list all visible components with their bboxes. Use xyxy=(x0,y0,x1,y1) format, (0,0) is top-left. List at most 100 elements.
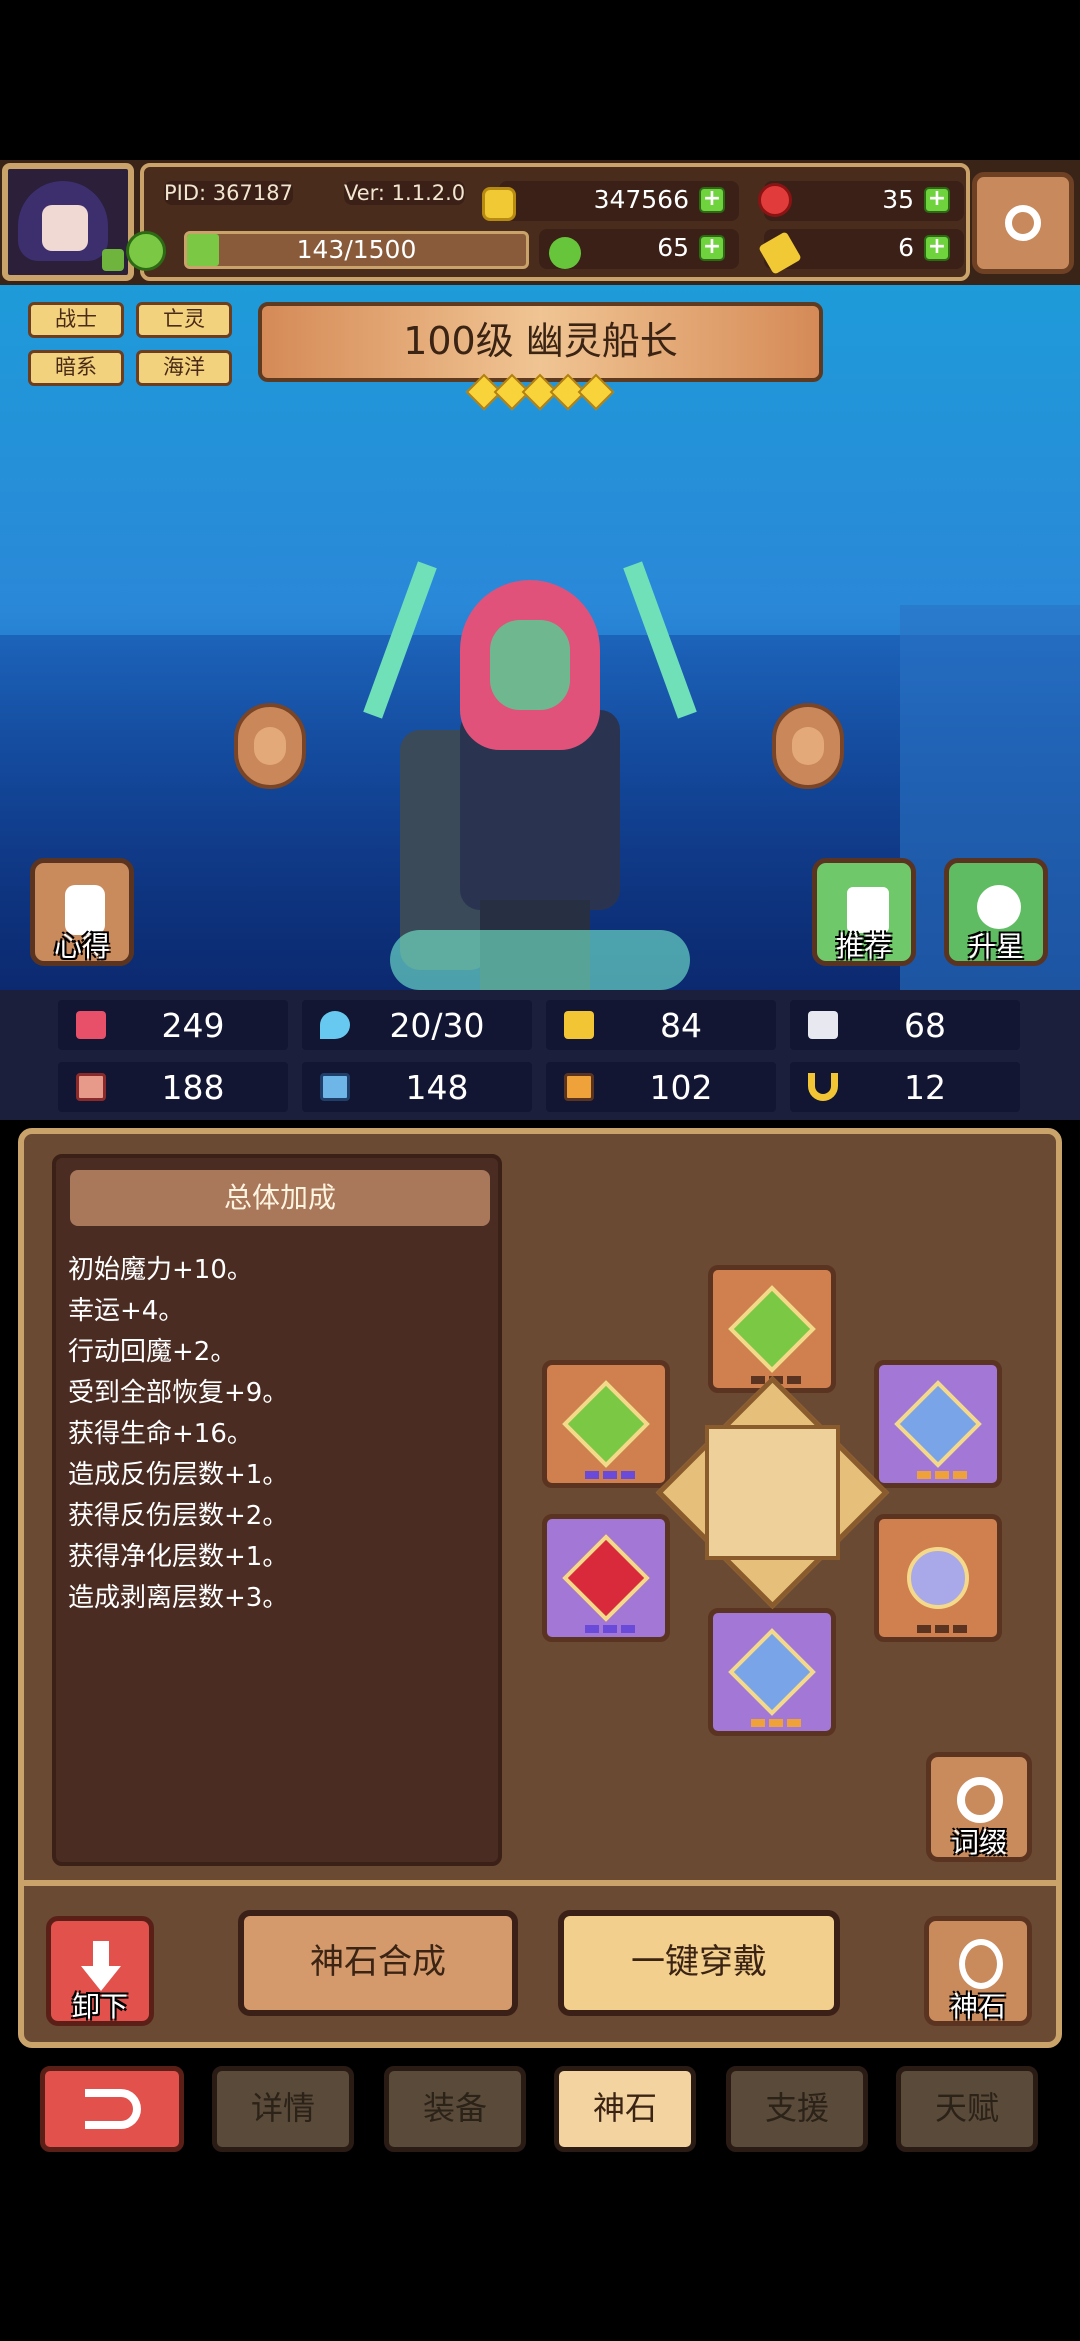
gem-slot-pips xyxy=(917,1471,967,1479)
stat-attack: 188 xyxy=(58,1062,288,1112)
tab-talent[interactable]: 天赋 xyxy=(896,2066,1038,2152)
bottom-tab-bar: 详情 装备 神石 支援 天赋 xyxy=(0,2060,1080,2170)
stats-bar: 249 20/30 84 68 188 148 102 12 xyxy=(0,990,1080,1120)
energy-bar: 143/1500 xyxy=(184,231,529,269)
gem-value: 35 xyxy=(882,185,914,214)
gem-slot-right-upper[interactable] xyxy=(874,1360,1002,1488)
affix-button[interactable]: 词缀 xyxy=(926,1752,1032,1862)
stat-level: 102 xyxy=(546,1062,776,1112)
bonus-list: 初始魔力+10。 幸运+4。 行动回魔+2。 受到全部恢复+9。 获得生命+16… xyxy=(68,1250,488,1619)
floating-sword xyxy=(363,561,437,719)
bonus-line: 造成反伤层数+1。 xyxy=(68,1460,289,1490)
stat-health: 249 xyxy=(58,1000,288,1050)
gem-counter: 35 + xyxy=(758,181,964,221)
god-stone-label: 神石 xyxy=(949,1990,1006,2023)
insight-button[interactable]: 心得 xyxy=(30,858,134,966)
hero-tag-class: 战士 xyxy=(28,302,124,338)
energy-value: 143/1500 xyxy=(296,235,417,264)
tab-support[interactable]: 支援 xyxy=(726,2066,868,2152)
star-up-label: 升星 xyxy=(967,930,1024,963)
gear-icon xyxy=(1005,205,1041,241)
horseshoe-icon xyxy=(808,1073,838,1101)
hero-title: 100级 幽灵船长 xyxy=(258,302,823,382)
bonus-line: 受到全部恢复+9。 xyxy=(68,1378,289,1408)
fist-icon xyxy=(76,1073,106,1101)
gem-slot-right-lower[interactable] xyxy=(874,1514,1002,1642)
avatar-badge-icon xyxy=(102,249,124,271)
tab-equipment[interactable]: 装备 xyxy=(384,2066,526,2152)
recommend-button[interactable]: 推荐 xyxy=(812,858,916,966)
tab-details[interactable]: 详情 xyxy=(212,2066,354,2152)
wing-icon xyxy=(808,1011,838,1039)
stat-value: 249 xyxy=(161,1006,225,1045)
affix-label: 词缀 xyxy=(950,1826,1007,1859)
avatar-face xyxy=(42,205,88,251)
stat-value: 102 xyxy=(649,1068,713,1107)
stat-luck: 12 xyxy=(790,1062,1020,1112)
back-arrow-icon xyxy=(85,2089,141,2129)
unload-label: 卸下 xyxy=(71,1990,128,2023)
gem-slot-bottom[interactable] xyxy=(708,1608,836,1736)
version-label: Ver: 1.1.2.0 xyxy=(344,181,466,205)
hero-tag-element: 暗系 xyxy=(28,350,124,386)
total-bonus-heading: 总体加成 xyxy=(70,1170,490,1226)
gem-slot-left-upper[interactable] xyxy=(542,1360,670,1488)
player-avatar[interactable] xyxy=(2,163,134,281)
heart-icon xyxy=(76,1011,106,1039)
red-gem-icon xyxy=(758,183,792,217)
floating-sword xyxy=(623,561,697,719)
stairs-icon xyxy=(564,1073,594,1101)
stat-mana: 20/30 xyxy=(302,1000,532,1050)
equip-all-button[interactable]: 一键穿戴 xyxy=(558,1910,840,2016)
clover-icon xyxy=(549,237,581,269)
panel-divider xyxy=(18,1880,1062,1886)
shield-icon xyxy=(564,1011,594,1039)
stat-defense: 84 xyxy=(546,1000,776,1050)
spirit-glow xyxy=(390,930,690,990)
bonus-line: 初始魔力+10。 xyxy=(68,1255,253,1285)
orb-inner xyxy=(792,727,824,765)
stat-value: 148 xyxy=(405,1068,469,1107)
prev-hero-orb[interactable] xyxy=(234,703,306,789)
pearl-gem-icon xyxy=(894,1534,982,1622)
bonus-line: 幸运+4。 xyxy=(68,1296,185,1326)
total-bonus-box: 总体加成 初始魔力+10。 幸运+4。 行动回魔+2。 受到全部恢复+9。 获得… xyxy=(52,1154,502,1866)
tab-god-stone[interactable]: 神石 xyxy=(554,2066,696,2152)
add-gold-button[interactable]: + xyxy=(699,187,725,213)
gem-slot-left-lower[interactable] xyxy=(542,1514,670,1642)
gem-slot-pips xyxy=(585,1471,635,1479)
bonus-line: 获得反伤层数+2。 xyxy=(68,1501,289,1531)
stat-value: 68 xyxy=(904,1006,946,1045)
key-value: 6 xyxy=(898,233,914,262)
add-clover-button[interactable]: + xyxy=(699,235,725,261)
gem-slot-top[interactable] xyxy=(708,1265,836,1393)
god-stone-button[interactable]: 神石 xyxy=(924,1916,1032,2026)
center-emblem-grid xyxy=(705,1425,840,1560)
player-id: PID: 367187 xyxy=(164,181,293,205)
green-gem-icon xyxy=(728,1285,816,1373)
hero-tag-race: 亡灵 xyxy=(136,302,232,338)
settings-button[interactable] xyxy=(972,172,1074,274)
bonus-line: 造成剥离层数+3。 xyxy=(68,1583,289,1613)
star-badge-icon xyxy=(977,885,1021,929)
green-gem-icon xyxy=(562,1380,650,1468)
stat-value: 12 xyxy=(904,1068,946,1107)
book-icon xyxy=(320,1073,350,1101)
hero-character-sprite[interactable] xyxy=(350,540,730,990)
unload-button[interactable]: 卸下 xyxy=(46,1916,154,2026)
add-gem-button[interactable]: + xyxy=(924,187,950,213)
clover-value: 65 xyxy=(657,233,689,262)
recommend-label: 推荐 xyxy=(835,930,892,963)
insight-label: 心得 xyxy=(53,930,110,963)
next-hero-orb[interactable] xyxy=(772,703,844,789)
back-button[interactable] xyxy=(40,2066,184,2152)
gem-slot-pips xyxy=(751,1719,801,1727)
combine-stone-button[interactable]: 神石合成 xyxy=(238,1910,518,2016)
gold-coin-icon xyxy=(482,187,516,221)
energy-icon xyxy=(126,231,166,271)
star-up-button[interactable]: 升星 xyxy=(944,858,1048,966)
bonus-line: 行动回魔+2。 xyxy=(68,1337,237,1367)
water-drop-icon xyxy=(320,1011,350,1039)
stat-value: 84 xyxy=(660,1006,702,1045)
add-key-button[interactable]: + xyxy=(924,235,950,261)
